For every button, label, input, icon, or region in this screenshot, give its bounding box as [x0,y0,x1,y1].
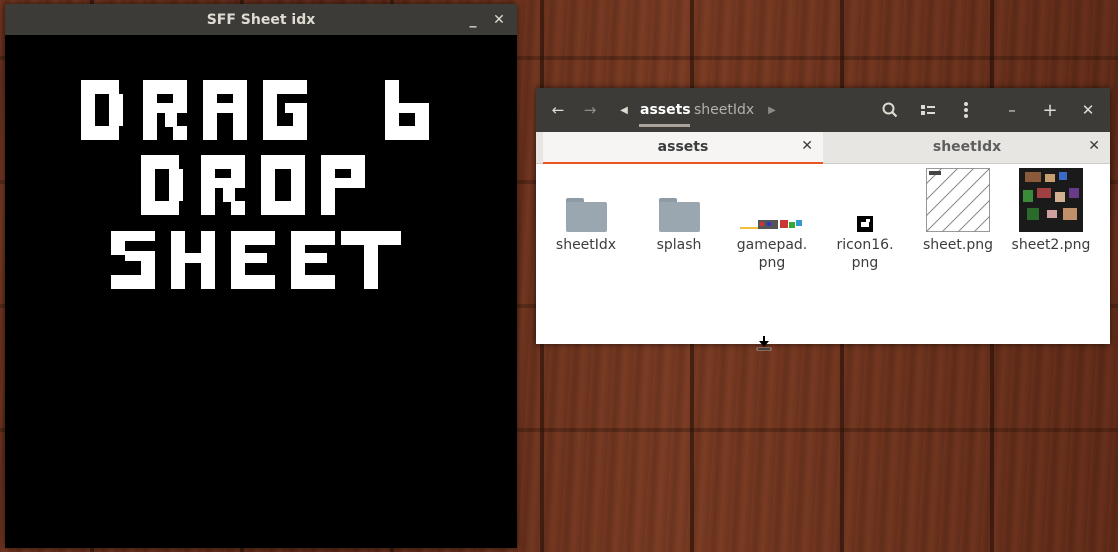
pixel-text [81,80,429,289]
path-next-icon[interactable]: ▶ [762,100,782,120]
file-label: sheetIdx [555,237,617,253]
file-label: sheet.png [923,237,993,253]
tab-label: sheetIdx [932,139,1002,155]
tab-sheetidx[interactable]: sheetIdx ✕ [824,132,1110,162]
file-manager-window: ← → ◀ assets sheetIdx ▶ – + ✕ assets ✕ s… [536,88,1110,344]
close-icon[interactable]: ✕ [489,10,509,30]
file-label: ricon16. png [836,237,894,271]
tab-close-icon[interactable]: ✕ [1088,138,1100,154]
back-icon[interactable]: ← [548,100,568,120]
minimize-icon[interactable]: – [1002,100,1022,120]
list-view-icon[interactable] [918,100,938,120]
folder-icon [565,198,607,232]
window-titlebar[interactable]: SFF Sheet idx _ ✕ [5,4,517,35]
file-label: splash [656,237,702,253]
close-icon[interactable]: ✕ [1078,100,1098,120]
menu-icon[interactable] [956,100,976,120]
forward-icon[interactable]: → [580,100,600,120]
window-title: SFF Sheet idx [206,11,316,28]
ricon-thumbnail-icon [857,216,873,232]
minimize-icon[interactable]: _ [463,10,483,30]
sheet2-thumbnail-icon [1019,168,1083,232]
file-label: gamepad. png [736,237,808,271]
path-prev-icon[interactable]: ◀ [614,100,634,120]
file-item-sheet[interactable]: sheet.png [913,168,1003,254]
file-item-gamepad[interactable]: gamepad. png [727,170,817,272]
breadcrumb-sheetidx[interactable]: sheetIdx [694,102,754,118]
tab-close-icon[interactable]: ✕ [801,138,813,154]
maximize-icon[interactable]: + [1040,100,1060,121]
search-icon[interactable] [880,100,900,120]
drag-cursor-icon [756,336,772,351]
folder-icon [658,198,700,232]
file-item-sheetidx[interactable]: sheetIdx [541,170,631,254]
file-item-sheet2[interactable]: sheet2.png [1006,168,1096,254]
tab-assets[interactable]: assets ✕ [543,132,823,164]
drop-canvas[interactable] [5,35,517,548]
tab-bar: assets ✕ sheetIdx ✕ [536,132,1110,164]
file-item-ricon16[interactable]: ricon16. png [820,170,910,272]
file-grid: sheetIdx splash gamepad. png ricon16. pn… [536,168,1110,344]
tab-label: assets [657,139,709,155]
gamepad-thumbnail-icon [740,220,802,229]
breadcrumb-underline [639,124,690,127]
sheet-idx-window: SFF Sheet idx _ ✕ [5,4,517,548]
file-label: sheet2.png [1011,237,1091,253]
header-bar[interactable]: ← → ◀ assets sheetIdx ▶ – + ✕ [536,88,1110,132]
breadcrumb-assets[interactable]: assets [640,102,691,118]
file-item-splash[interactable]: splash [634,170,724,254]
sheet-thumbnail-icon [926,168,990,232]
